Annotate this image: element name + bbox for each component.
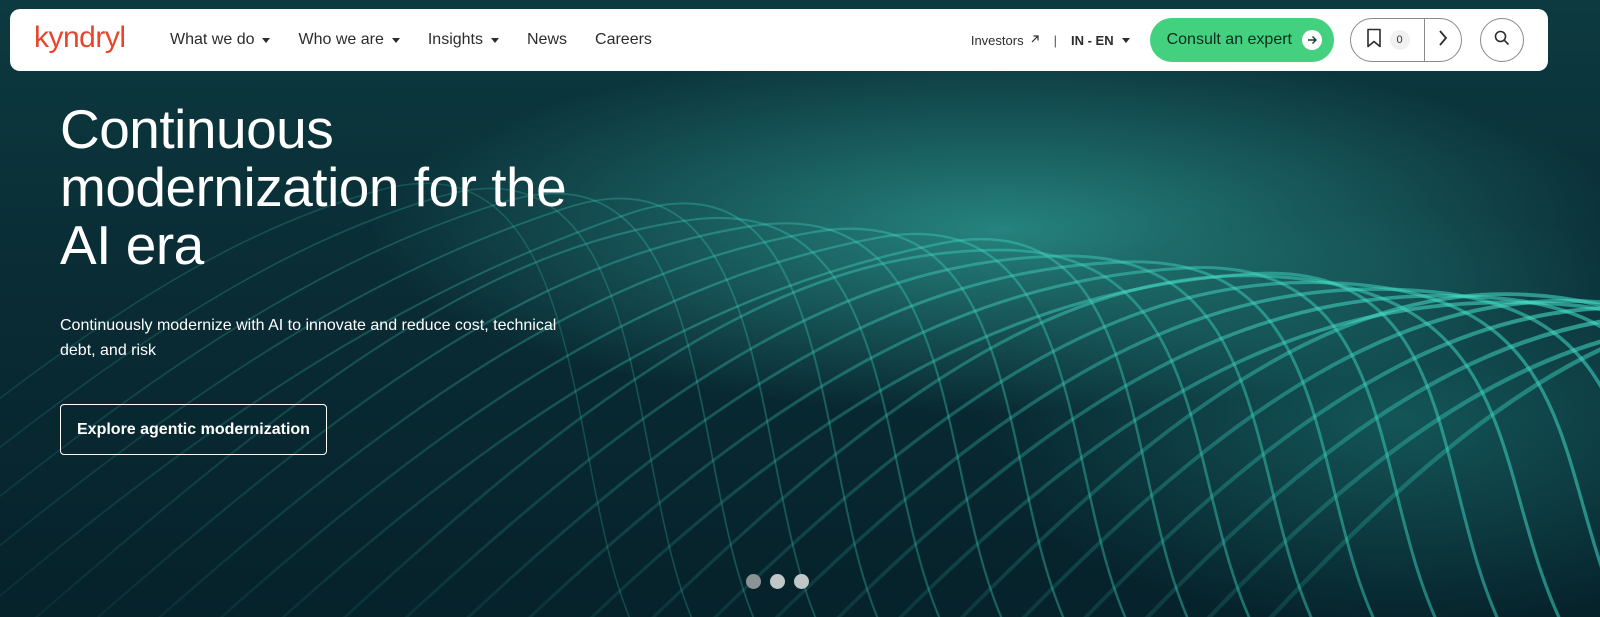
- carousel-indicators: [746, 574, 818, 589]
- investors-label: Investors: [970, 32, 1024, 48]
- arrow-right-icon: [1302, 30, 1322, 50]
- nav-item-careers[interactable]: Careers: [595, 31, 652, 49]
- bookmark-icon: [1366, 28, 1382, 53]
- bookmark-button[interactable]: 0: [1351, 19, 1425, 61]
- nav-item-what-we-do[interactable]: What we do: [170, 31, 271, 49]
- wave-line: [219, 232, 1127, 617]
- hero-background-waves: [0, 182, 1600, 617]
- bookmark-widget: 0: [1350, 18, 1462, 62]
- kyndryl-logo[interactable]: kyndryl: [34, 21, 126, 55]
- nav-item-label: What we do: [170, 31, 255, 48]
- wave-line: [1206, 339, 1600, 617]
- nav-utilities: Investors | IN - EN Consult an expert 0: [971, 9, 1524, 71]
- hero-headline: Continuous modernization for the AI era: [60, 98, 567, 276]
- explore-agentic-modernization-button[interactable]: Explore agentic modernization: [60, 404, 327, 455]
- main-menu: What we do Who we are Insights News Care…: [170, 9, 680, 71]
- chevron-right-icon: [1438, 29, 1448, 52]
- bookmark-count-badge: 0: [1389, 30, 1410, 50]
- carousel-dot-2[interactable]: [770, 574, 785, 589]
- wave-line: [342, 248, 1251, 617]
- language-selector[interactable]: IN - EN: [1071, 33, 1130, 48]
- wave-line: [959, 292, 1600, 617]
- wave-line: [836, 293, 1600, 617]
- hero-subcopy: Continuously modernize with AI to innova…: [60, 317, 557, 359]
- wave-line: [774, 287, 1600, 617]
- nav-item-who-we-are[interactable]: Who we are: [298, 31, 400, 49]
- caret-down-icon: [1121, 37, 1130, 43]
- language-label: IN - EN: [1070, 32, 1114, 48]
- nav-item-news[interactable]: News: [527, 31, 567, 49]
- external-link-icon: [1030, 33, 1040, 47]
- investors-link[interactable]: Investors: [971, 33, 1040, 48]
- consult-expert-button[interactable]: Consult an expert: [1149, 18, 1334, 62]
- nav-item-label: Careers: [595, 31, 652, 48]
- nav-item-label: Who we are: [298, 31, 384, 48]
- consult-label: Consult an expert: [1166, 31, 1292, 48]
- bookmark-next-button[interactable]: [1425, 19, 1461, 61]
- hero-section: kyndryl What we do Who we are Insights N…: [0, 0, 1600, 617]
- carousel-dot-1[interactable]: [746, 574, 761, 589]
- nav-separator: |: [1053, 32, 1057, 48]
- search-button[interactable]: [1480, 18, 1524, 62]
- caret-down-icon: [491, 37, 499, 43]
- cta-label: Explore agentic modernization: [77, 420, 310, 438]
- carousel-dot-3[interactable]: [794, 574, 809, 589]
- nav-item-label: News: [527, 31, 568, 48]
- nav-item-label: Insights: [427, 31, 483, 48]
- top-navigation-bar: kyndryl What we do Who we are Insights N…: [10, 9, 1548, 71]
- wave-line: [1144, 319, 1600, 617]
- caret-down-icon: [262, 37, 271, 43]
- nav-item-insights[interactable]: Insights: [428, 31, 499, 49]
- search-icon: [1494, 30, 1510, 51]
- caret-down-icon: [391, 37, 400, 43]
